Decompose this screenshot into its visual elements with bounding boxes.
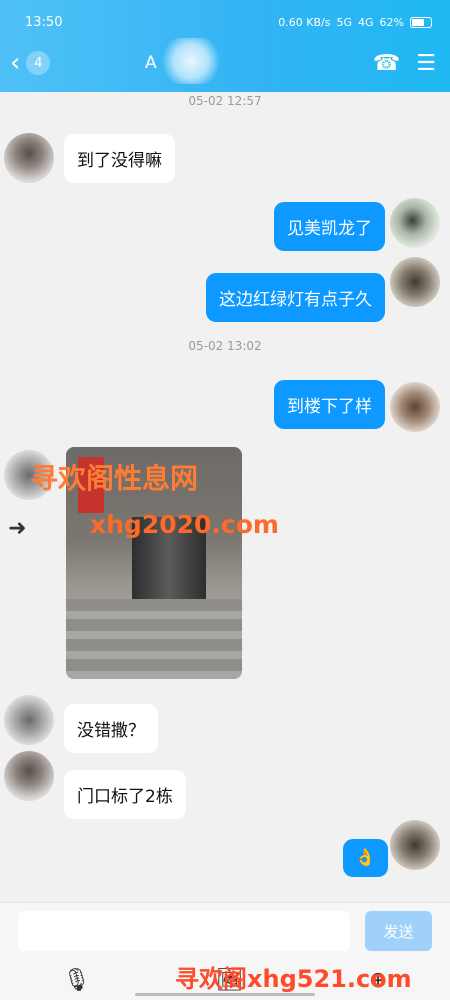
image-watermark-text: 寻欢阁性息网 (30, 462, 199, 495)
chat-header: ‹ 4 A ☎ ☰ (10, 38, 436, 84)
image-watermark-url: xhg2020.com (90, 510, 279, 539)
message-bubble[interactable]: 到楼下了样 (274, 380, 385, 429)
home-indicator (135, 993, 315, 996)
menu-icon[interactable]: ☰ (416, 51, 436, 76)
message-bubble[interactable]: 门口标了2栋 (64, 770, 186, 819)
battery-icon (410, 16, 432, 28)
message-input[interactable] (18, 911, 350, 951)
status-icons: 0.60 KB/s 5G 4G 62% (278, 16, 432, 29)
avatar[interactable] (4, 751, 54, 801)
back-button[interactable]: ‹ 4 (10, 48, 51, 78)
arrow-icon: ➜ (8, 516, 27, 541)
avatar[interactable] (390, 382, 440, 432)
signal-4g: 4G (358, 15, 374, 29)
timestamp: 05-02 12:57 (188, 94, 262, 108)
send-button[interactable]: 发送 (365, 911, 432, 951)
header-actions: ☎ ☰ (373, 51, 436, 76)
unread-count-badge: 4 (26, 51, 51, 75)
network-speed: 0.60 KB/s (278, 15, 331, 29)
phone-icon[interactable]: ☎ (373, 51, 400, 76)
bottom-watermark: 寻欢阁xhg521.com (175, 965, 412, 993)
avatar[interactable] (390, 257, 440, 307)
composer: 发送 🎙 🖼 ⊕ 寻欢阁xhg521.com (0, 902, 450, 1000)
battery-percent: 62% (379, 15, 404, 29)
message-bubble[interactable]: 见美凯龙了 (274, 202, 385, 251)
avatar[interactable] (390, 820, 440, 870)
stairs (66, 599, 242, 679)
avatar[interactable] (4, 695, 54, 745)
avatar[interactable] (4, 133, 54, 183)
message-list[interactable]: 05-02 12:57 到了没得嘛 见美凯龙了 这边红绿灯有点子久 05-02 … (0, 92, 450, 902)
status-bar: 13:50 0.60 KB/s 5G 4G 62% (25, 12, 432, 32)
avatar[interactable] (390, 198, 440, 248)
microphone-icon[interactable]: 🎙 (63, 968, 91, 993)
title-blur-overlay (160, 38, 222, 84)
signal-5g: 5G (336, 15, 353, 29)
timestamp: 05-02 13:02 (188, 339, 262, 353)
message-bubble[interactable]: 没错撒？ (64, 704, 158, 753)
message-bubble[interactable]: 这边红绿灯有点子久 (206, 273, 385, 322)
message-bubble[interactable]: 到了没得嘛 (64, 134, 175, 183)
status-time: 13:50 (25, 14, 63, 30)
top-bar: 13:50 0.60 KB/s 5G 4G 62% ‹ 4 A ☎ ☰ (0, 0, 450, 92)
chat-title: A (145, 53, 157, 73)
message-bubble[interactable]: 👌 (342, 839, 388, 877)
back-chevron-icon: ‹ (10, 48, 21, 78)
